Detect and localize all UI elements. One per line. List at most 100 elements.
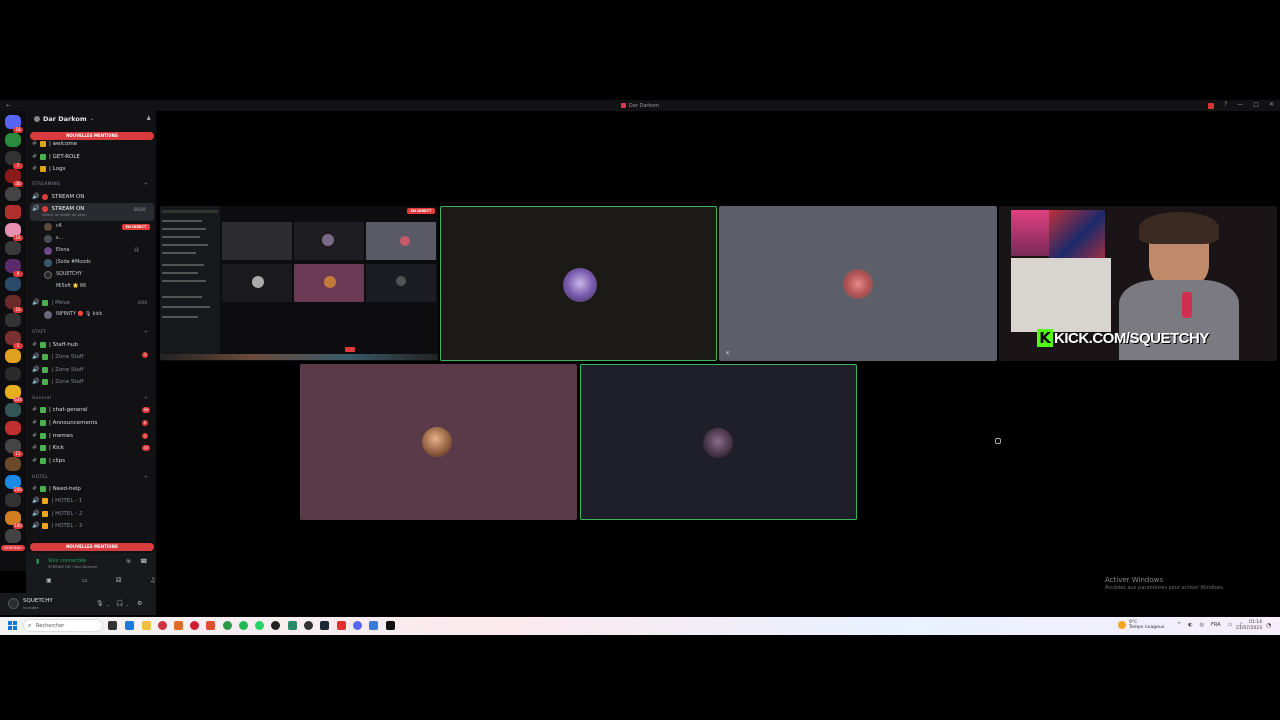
disconnect-icon[interactable]: ☎ bbox=[140, 558, 147, 565]
taskbar-search[interactable]: ⌕ Rechercher bbox=[23, 619, 103, 632]
network-icon[interactable]: ▭ bbox=[1228, 622, 1233, 628]
channel-move[interactable]: 🔊 | Move bbox=[32, 297, 70, 308]
server-icon[interactable] bbox=[5, 529, 21, 543]
participant-tile-speaking[interactable] bbox=[580, 364, 857, 520]
voice-user[interactable]: Mi5oft 🌟 66 bbox=[44, 281, 86, 292]
channel-chat-general[interactable]: # | chat-general bbox=[32, 404, 88, 415]
help-icon[interactable]: ? bbox=[1224, 101, 1227, 109]
discord-icon[interactable] bbox=[353, 621, 362, 630]
server-icon[interactable] bbox=[5, 241, 21, 255]
channel-clips[interactable]: # | clips bbox=[32, 455, 65, 466]
chevron-down-icon[interactable]: ⌄ bbox=[106, 602, 109, 607]
screen-share-tile[interactable]: EN DIRECT bbox=[160, 206, 438, 361]
channel-hotel-1[interactable]: 🔊 | HOTEL - 1 bbox=[32, 495, 82, 506]
category-streaming[interactable]: STREAMING + bbox=[32, 182, 148, 187]
category-general[interactable]: General + bbox=[32, 396, 148, 401]
app-icon[interactable] bbox=[288, 621, 297, 630]
settings-gear-icon[interactable]: ⚙ bbox=[137, 600, 142, 607]
add-channel-icon[interactable]: + bbox=[144, 182, 148, 187]
voice-user[interactable]: c4 bbox=[44, 221, 62, 232]
tray-app-icon[interactable]: ◎ bbox=[1200, 622, 1204, 628]
language-indicator[interactable]: FRA bbox=[1211, 622, 1221, 628]
noise-suppression-icon[interactable]: ≋ bbox=[126, 558, 131, 565]
server-icon[interactable] bbox=[5, 421, 21, 435]
channel-welcome[interactable]: # | welcome bbox=[32, 138, 77, 149]
new-mentions-pill-bottom[interactable]: NOUVELLES MENTIONS bbox=[30, 543, 154, 551]
app-icon[interactable] bbox=[174, 621, 183, 630]
notification-icon[interactable]: ◔ bbox=[1266, 622, 1271, 629]
channel-logs[interactable]: # | Logs bbox=[32, 163, 65, 174]
activities-icon[interactable]: ⚄ bbox=[116, 577, 121, 584]
signal-icon[interactable]: ▮ bbox=[36, 558, 39, 565]
app-icon[interactable] bbox=[304, 621, 313, 630]
server-header[interactable]: Dar Darkom ⌄ ♟ bbox=[34, 115, 151, 123]
participant-tile[interactable] bbox=[300, 364, 577, 520]
headphones-icon[interactable]: 🎧 bbox=[116, 600, 123, 607]
pin-icon[interactable]: ⇱ bbox=[726, 351, 730, 357]
task-view-icon[interactable] bbox=[108, 621, 117, 630]
server-icon[interactable] bbox=[5, 403, 21, 417]
app-icon[interactable] bbox=[271, 621, 280, 630]
voice-channel-path[interactable]: STREAM ON / Dar Darkom bbox=[48, 564, 97, 569]
maximize-button[interactable]: □ bbox=[1253, 101, 1259, 109]
server-icon[interactable] bbox=[5, 187, 21, 201]
close-button[interactable]: ✕ bbox=[1269, 101, 1274, 109]
voice-user[interactable]: INFINITY 🔴 🎙 kick bbox=[44, 309, 102, 320]
avatar[interactable] bbox=[8, 598, 19, 609]
whatsapp-icon[interactable] bbox=[255, 621, 264, 630]
screen-share-icon[interactable]: ▭ bbox=[82, 577, 88, 584]
channel-zone-staff[interactable]: 🔊 | Zone Staff bbox=[32, 351, 84, 362]
channel-need-help[interactable]: # | Need-help bbox=[32, 483, 81, 494]
server-icon[interactable] bbox=[5, 457, 21, 471]
add-channel-icon[interactable]: + bbox=[144, 330, 148, 335]
spotify-icon[interactable] bbox=[239, 621, 248, 630]
participant-tile[interactable]: ⇱ bbox=[719, 206, 997, 361]
webcam-stream-tile[interactable]: K KICK.COM/SQUETCHY bbox=[999, 206, 1277, 361]
channel-zone-staff[interactable]: 🔊 | Zone Staff bbox=[32, 364, 84, 375]
channel-zone-staff[interactable]: 🔊 | Zone Staff bbox=[32, 376, 84, 387]
windows-start-icon[interactable] bbox=[8, 621, 17, 630]
voice-user[interactable]: Elena bbox=[44, 245, 69, 256]
add-channel-icon[interactable]: + bbox=[144, 396, 148, 401]
microphone-icon[interactable]: 🎙 bbox=[96, 600, 104, 607]
participant-tile-speaking[interactable] bbox=[440, 206, 717, 361]
app-icon[interactable] bbox=[125, 621, 134, 630]
add-member-icon[interactable]: ♟ bbox=[146, 115, 151, 122]
weather-widget[interactable]: 9°C Temps nuageux bbox=[1118, 620, 1164, 630]
channel-staff-hub[interactable]: # | Staff-hub bbox=[32, 339, 78, 350]
app-icon[interactable] bbox=[158, 621, 167, 630]
voice-user-self[interactable]: SQUETCHY bbox=[44, 269, 82, 280]
opera-icon[interactable] bbox=[190, 621, 199, 630]
channel-memes[interactable]: # | memes bbox=[32, 430, 73, 441]
back-arrow-icon[interactable]: ← bbox=[6, 102, 11, 109]
server-icon[interactable] bbox=[5, 367, 21, 381]
server-icon[interactable] bbox=[5, 313, 21, 327]
server-icon[interactable] bbox=[5, 277, 21, 291]
inbox-icon[interactable] bbox=[1208, 103, 1215, 109]
channel-hotel-2[interactable]: 🔊 | HOTEL - 2 bbox=[32, 508, 82, 519]
channel-kick[interactable]: # | Kick bbox=[32, 442, 64, 453]
server-icon-active[interactable] bbox=[5, 205, 21, 219]
tray-app-icon[interactable]: ◐ bbox=[1188, 622, 1192, 628]
soundboard-icon[interactable]: ♫ bbox=[150, 577, 155, 584]
chevron-down-icon[interactable]: ⌄ bbox=[126, 602, 129, 607]
category-hotel[interactable]: HOTEL + bbox=[32, 475, 148, 480]
channel-hotel-3[interactable]: 🔊 | HOTEL - 3 bbox=[32, 520, 82, 531]
chrome-icon[interactable] bbox=[223, 621, 232, 630]
app-icon[interactable] bbox=[369, 621, 378, 630]
chevron-up-icon[interactable]: ^ bbox=[1177, 622, 1181, 628]
camera-icon[interactable]: ▣ bbox=[46, 577, 52, 584]
channel-get-role[interactable]: # | GET-ROLE bbox=[32, 151, 80, 162]
steam-icon[interactable] bbox=[320, 621, 329, 630]
server-icon[interactable] bbox=[5, 493, 21, 507]
server-icon[interactable] bbox=[5, 349, 21, 363]
category-staff[interactable]: STAFF + bbox=[32, 330, 148, 335]
voice-user[interactable]: |Soda #Moods bbox=[44, 257, 91, 268]
app-icon[interactable] bbox=[337, 621, 346, 630]
server-icon[interactable] bbox=[5, 133, 21, 147]
channel-announcements[interactable]: # | Announcements bbox=[32, 417, 97, 428]
minimize-button[interactable]: — bbox=[1237, 101, 1243, 109]
channel-stream-on-1[interactable]: 🔊 STREAM ON bbox=[32, 191, 84, 202]
file-explorer-icon[interactable] bbox=[142, 621, 151, 630]
voice-user[interactable]: s... bbox=[44, 233, 63, 244]
